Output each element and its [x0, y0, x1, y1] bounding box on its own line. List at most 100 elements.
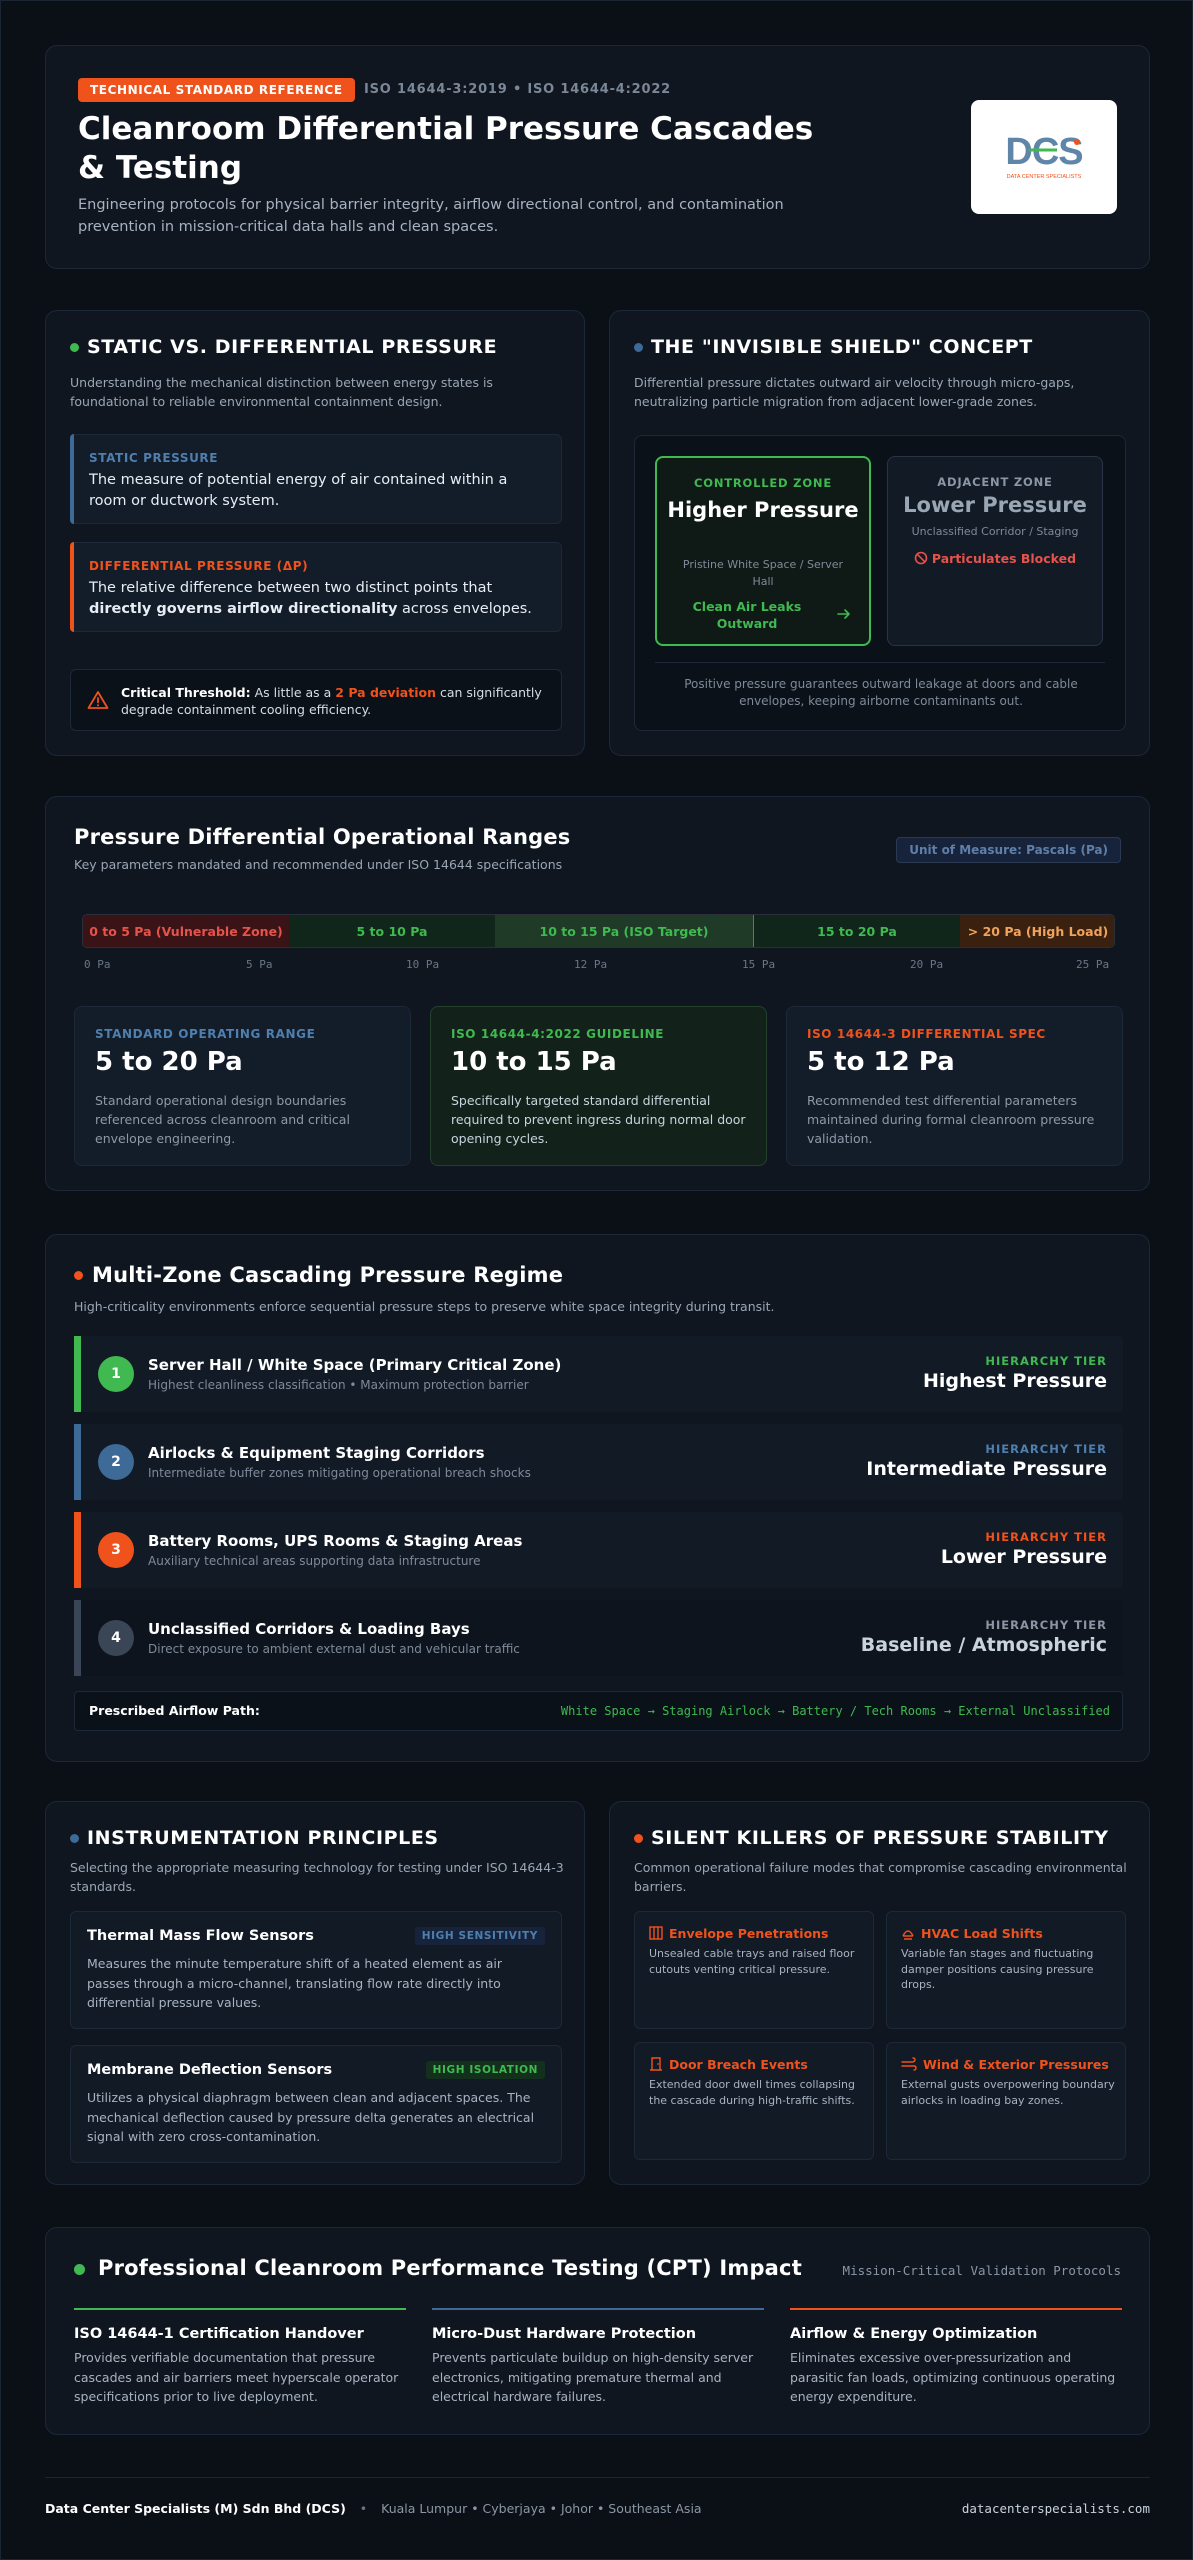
cpt-column-title: Airflow & Energy Optimization	[790, 2326, 1038, 2342]
tick-label: 25 Pa	[1076, 958, 1110, 971]
static-vs-differential-card: STATIC VS. DIFFERENTIAL PRESSURE Underst…	[45, 310, 585, 756]
sensor-title: Thermal Mass Flow Sensors	[87, 1928, 314, 1944]
tier-value: Highest Pressure	[922, 1370, 1107, 1392]
grid-icon	[649, 1926, 663, 1940]
sensor-box: Membrane Deflection Sensors HIGH ISOLATI…	[70, 2045, 562, 2163]
sensor-desc: Measures the minute temperature shift of…	[87, 1956, 503, 2010]
adjacent-zone-sub: Unclassified Corridor / Staging	[911, 525, 1079, 538]
killers-desc: Common operational failure modes that co…	[634, 1860, 1127, 1894]
zone-number: 3	[98, 1532, 134, 1568]
zone-row: 4 Unclassified Corridors & Loading Bays …	[74, 1600, 1123, 1676]
killer-desc: Variable fan stages and fluctuating damp…	[901, 1947, 1094, 1991]
range-card-value: 5 to 12 Pa	[807, 1047, 955, 1077]
killer-box: Envelope Penetrations Unsealed cable tra…	[634, 1911, 874, 2029]
killer-desc: Unsealed cable trays and raised floor cu…	[649, 1947, 855, 1976]
cpt-column-title: ISO 14644-1 Certification Handover	[74, 2326, 364, 2342]
zone-desc: Intermediate buffer zones mitigating ope…	[148, 1466, 531, 1480]
logo-mark: DCS	[1005, 131, 1082, 173]
pressure-range-bar: 0 to 5 Pa (Vulnerable Zone) 5 to 10 Pa 1…	[82, 914, 1115, 948]
zone-title: Battery Rooms, UPS Rooms & Staging Areas	[148, 1532, 523, 1550]
cpt-column-desc: Provides verifiable documentation that p…	[74, 2350, 399, 2404]
door-icon	[650, 2057, 662, 2071]
zone-row: 3 Battery Rooms, UPS Rooms & Staging Are…	[74, 1512, 1123, 1588]
ranges-title: Pressure Differential Operational Ranges	[74, 825, 571, 849]
page-subtitle: Engineering protocols for physical barri…	[78, 197, 784, 235]
tier-value: Baseline / Atmospheric	[860, 1634, 1107, 1656]
orange-dot-icon	[74, 1271, 83, 1280]
header-card: TECHNICAL STANDARD REFERENCE ISO 14644-3…	[45, 45, 1150, 269]
sensitivity-badge: HIGH SENSITIVITY	[414, 1927, 545, 1945]
adjacent-zone-heading: Lower Pressure	[903, 493, 1087, 517]
tier-label: HIERARCHY TIER	[985, 1442, 1107, 1456]
range-card-iso4: ISO 14644-4:2022 GUIDELINE 10 to 15 Pa S…	[430, 1006, 767, 1166]
tick-label: 10 Pa	[406, 958, 440, 971]
tick-label: 15 Pa	[742, 958, 776, 971]
shield-note: Positive pressure guarantees outward lea…	[684, 677, 1078, 708]
page: TECHNICAL STANDARD REFERENCE ISO 14644-3…	[0, 0, 1193, 2560]
differential-pressure-label: DIFFERENTIAL PRESSURE (ΔP)	[89, 559, 309, 573]
range-card-label: STANDARD OPERATING RANGE	[95, 1027, 316, 1041]
zone-number: 2	[98, 1444, 134, 1480]
cpt-column-title: Micro-Dust Hardware Protection	[432, 2326, 697, 2342]
cpt-impact-card: Professional Cleanroom Performance Testi…	[45, 2227, 1150, 2435]
ranges-desc: Key parameters mandated and recommended …	[74, 857, 563, 872]
tier-label: HIERARCHY TIER	[985, 1530, 1107, 1544]
warning-icon	[87, 691, 109, 709]
footer-locations: Kuala Lumpur • Cyberjaya • Johor • South…	[381, 2501, 702, 2516]
airflow-path-label: Prescribed Airflow Path:	[89, 1703, 260, 1718]
sensor-desc: Utilizes a physical diaphragm between cl…	[87, 2090, 535, 2144]
range-segment: > 20 Pa (High Load)	[960, 915, 1114, 947]
instrumentation-title: INSTRUMENTATION PRINCIPLES	[87, 1827, 439, 1849]
blocked-icon	[914, 551, 928, 565]
static-vs-diff-title: STATIC VS. DIFFERENTIAL PRESSURE	[87, 336, 498, 358]
controlled-zone-label: CONTROLLED ZONE	[694, 476, 832, 490]
zone-number: 4	[98, 1620, 134, 1656]
differential-pressure-text: The relative difference between two dist…	[89, 580, 532, 617]
zone-title: Server Hall / White Space (Primary Criti…	[148, 1356, 562, 1374]
killer-box: HVAC Load Shifts Variable fan stages and…	[886, 1911, 1126, 2029]
range-segment: 10 to 15 Pa (ISO Target)	[495, 915, 753, 947]
range-card-desc: Specifically targeted standard different…	[451, 1093, 746, 1146]
standards-label: ISO 14644-3:2019 • ISO 14644-4:2022	[364, 82, 672, 97]
differential-pressure-box: DIFFERENTIAL PRESSURE (ΔP) The relative …	[70, 542, 562, 632]
footer-divider	[45, 2477, 1150, 2478]
instrumentation-card: INSTRUMENTATION PRINCIPLES Selecting the…	[45, 1801, 585, 2185]
tier-value: Lower Pressure	[940, 1546, 1107, 1568]
range-segment: 15 to 20 Pa	[754, 915, 960, 947]
killer-title: HVAC Load Shifts	[921, 1926, 1043, 1941]
controlled-zone-heading: Higher Pressure	[667, 498, 859, 522]
range-card-value: 10 to 15 Pa	[451, 1047, 617, 1077]
controlled-zone: CONTROLLED ZONE Higher Pressure Pristine…	[655, 456, 871, 646]
tick-label: 20 Pa	[910, 958, 944, 971]
killers-title: SILENT KILLERS OF PRESSURE STABILITY	[651, 1827, 1109, 1849]
tick-label: 0 Pa	[84, 958, 111, 971]
fan-icon	[902, 1930, 914, 1940]
cpt-tag: Mission-Critical Validation Protocols	[842, 2263, 1121, 2278]
killer-title: Wind & Exterior Pressures	[923, 2057, 1109, 2072]
adjacent-zone: ADJACENT ZONE Lower Pressure Unclassifie…	[887, 456, 1103, 646]
range-card-label: ISO 14644-4:2022 GUIDELINE	[451, 1027, 665, 1041]
green-dot-icon	[74, 2264, 85, 2275]
clean-air-label: Clean Air Leaks Outward	[692, 599, 802, 631]
cpt-column: Micro-Dust Hardware Protection Prevents …	[432, 2308, 764, 2407]
cascading-zones-card: Multi-Zone Cascading Pressure Regime Hig…	[45, 1234, 1150, 1762]
cpt-column: ISO 14644-1 Certification Handover Provi…	[74, 2308, 406, 2407]
tier-value: Intermediate Pressure	[866, 1458, 1107, 1480]
cpt-column-desc: Prevents particulate buildup on high-den…	[432, 2350, 754, 2404]
instrumentation-desc: Selecting the appropriate measuring tech…	[70, 1860, 564, 1894]
blue-dot-icon	[70, 1834, 79, 1843]
range-card-desc: Recommended test differential parameters…	[807, 1093, 1095, 1146]
critical-threshold-box: Critical Threshold: As little as a 2 Pa …	[70, 669, 562, 731]
zone-number: 1	[98, 1356, 134, 1392]
footer-website-link[interactable]: datacenterspecialists.com	[962, 2501, 1150, 2516]
company-logo: DCS DATA CENTER SPECIALISTS	[971, 100, 1117, 214]
range-segment: 5 to 10 Pa	[289, 915, 495, 947]
range-segment: 0 to 5 Pa (Vulnerable Zone)	[83, 915, 289, 947]
killer-desc: External gusts overpowering boundary air…	[901, 2078, 1115, 2107]
blue-dot-icon	[634, 343, 643, 352]
cpt-column: Airflow & Energy Optimization Eliminates…	[790, 2308, 1122, 2407]
airflow-path-box: Prescribed Airflow Path: White Space → S…	[74, 1691, 1123, 1731]
page-title: Cleanroom Differential Pressure Cascades…	[78, 111, 814, 186]
standard-badge: TECHNICAL STANDARD REFERENCE	[78, 78, 355, 102]
operational-ranges-card: Pressure Differential Operational Ranges…	[45, 796, 1150, 1191]
